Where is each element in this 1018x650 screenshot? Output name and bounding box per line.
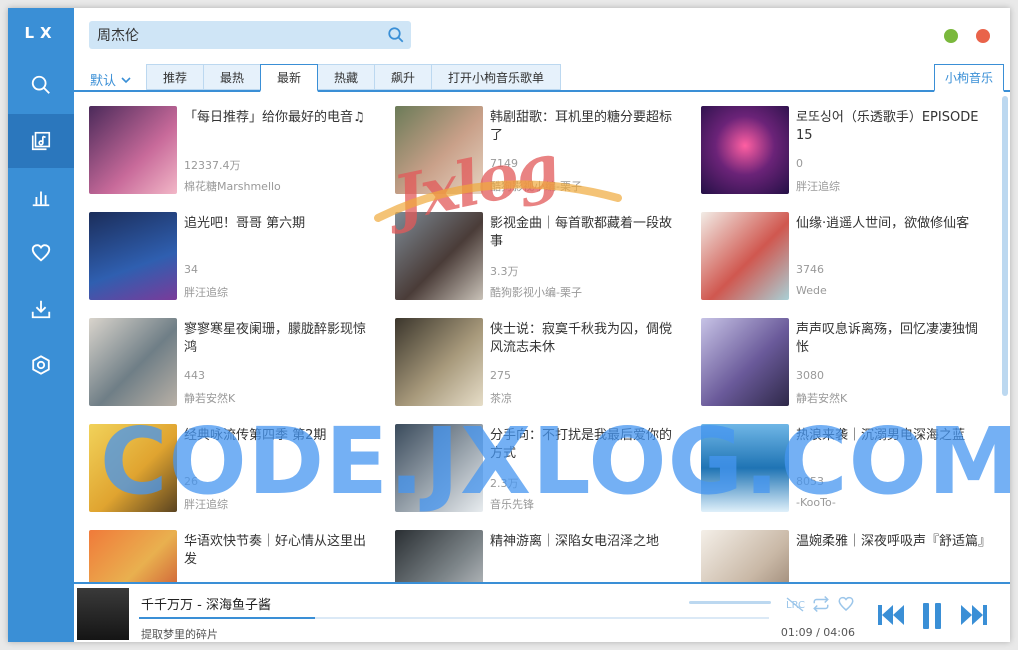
app-logo: LX: [24, 24, 58, 42]
download-icon: [31, 300, 51, 319]
current-time: 01:09: [780, 626, 813, 639]
chart-icon: [32, 191, 50, 207]
playlist-title: 声声叹息诉离殇，回忆凄凄独惆怅: [796, 322, 979, 355]
playlist-card[interactable]: 寥寥寒星夜阑珊，朦胧醉影现惊鸿 443 静若安然K: [89, 318, 384, 406]
repeat-icon[interactable]: [812, 595, 830, 613]
lyric-line: 提取梦里的碎片: [141, 628, 218, 641]
playlist-card[interactable]: 温婉柔雅｜深夜呼吸声『舒适篇』: [701, 530, 996, 584]
playlist-cover: [701, 106, 789, 194]
playlist-author: 胖汪追综: [184, 286, 228, 299]
search-box: [89, 21, 411, 49]
playlist-card[interactable]: 「每日推荐」给你最好的电音♫ 12337.4万 棉花糖Marshmello: [89, 106, 384, 194]
volume-slider[interactable]: [689, 601, 771, 604]
playlist-cover: [89, 530, 177, 584]
sidebar-item-download[interactable]: [8, 282, 74, 336]
playlist-author: 棉花糖Marshmello: [184, 180, 281, 193]
playlist-author: Wede: [796, 284, 827, 297]
minimize-button[interactable]: [944, 29, 958, 43]
playlist-cover: [701, 530, 789, 584]
tab-hot-collect[interactable]: 热藏: [317, 64, 375, 90]
sort-label: 默认: [90, 74, 117, 89]
playlist-cover: [89, 318, 177, 406]
sidebar-item-songlist[interactable]: [8, 114, 74, 168]
playlist-plays: 34: [184, 263, 198, 276]
playlist-author: 静若安然K: [796, 392, 848, 405]
playlist-plays: 12337.4万: [184, 159, 241, 172]
playlist-cover: [701, 318, 789, 406]
playlist-cover: [89, 106, 177, 194]
progress-fill: [139, 617, 316, 619]
playlist-card[interactable]: 华语欢快节奏｜好心情从这里出发: [89, 530, 384, 584]
playlist-plays: 3080: [796, 369, 824, 382]
previous-track-icon[interactable]: [876, 602, 906, 628]
tab-underline: [74, 90, 1010, 92]
now-playing-cover[interactable]: [77, 588, 129, 640]
playlist-cover: [395, 530, 483, 584]
next-track-icon[interactable]: [959, 602, 989, 628]
progress-bar[interactable]: [139, 617, 769, 619]
sidebar-item-settings[interactable]: [8, 338, 74, 392]
scrollbar[interactable]: [1002, 96, 1008, 396]
sidebar: LX: [8, 8, 74, 642]
sort-dropdown[interactable]: 默认: [90, 70, 132, 89]
close-button[interactable]: [976, 29, 990, 43]
tab-hottest[interactable]: 最热: [203, 64, 261, 90]
tab-recommend[interactable]: 推荐: [146, 64, 204, 90]
playlist-card[interactable]: 声声叹息诉离殇，回忆凄凄独惆怅 3080 静若安然K: [701, 318, 996, 406]
playlist-author: 胖汪追综: [796, 180, 840, 193]
playlist-plays: 0: [796, 157, 803, 170]
playlist-title: 追光吧！哥哥 第六期: [184, 216, 306, 231]
playlist-title: 仙缘·逍遥人世间，欲做修仙客: [796, 216, 970, 231]
tab-open-playlist[interactable]: 打开小枸音乐歌单: [431, 64, 561, 90]
now-playing-title: 千千万万 - 深海鱼子酱: [141, 598, 271, 613]
player-bar: 千千万万 - 深海鱼子酱 LRC 提取梦里的碎片 01:09 / 04:06: [74, 582, 1010, 642]
playlist-plays: 275: [490, 369, 511, 382]
playlist-plays: 3746: [796, 263, 824, 276]
sidebar-item-search[interactable]: [8, 58, 74, 112]
playlist-cover: [395, 318, 483, 406]
playlist-title: 精神游离｜深陷女电沼泽之地: [490, 534, 660, 549]
playlist-plays: 3.3万: [490, 265, 519, 278]
tab-newest[interactable]: 最新: [260, 64, 318, 92]
settings-icon: [32, 355, 50, 375]
playlist-title: 华语欢快节奏｜好心情从这里出发: [184, 534, 367, 567]
playlist-card[interactable]: 侠士说：寂寞千秋我为囚，倜傥风流志未休 275 茶凉: [395, 318, 690, 406]
playlist-author: 静若安然K: [184, 392, 236, 405]
time-display: 01:09 / 04:06: [781, 626, 855, 639]
playlist-card[interactable]: 精神游离｜深陷女电沼泽之地: [395, 530, 690, 584]
lyric-icon[interactable]: LRC: [785, 595, 805, 613]
sidebar-item-leaderboard[interactable]: [8, 170, 74, 224]
songlist-icon: [31, 131, 51, 151]
sidebar-item-favorites[interactable]: [8, 226, 74, 280]
total-time: 04:06: [823, 626, 855, 639]
playlist-title: 「每日推荐」给你最好的电音♫: [184, 110, 365, 125]
search-icon: [31, 75, 50, 94]
tab-bar: 默认 推荐 最热 最新 热藏 飙升 打开小枸音乐歌单 小枸音乐: [74, 64, 1010, 92]
playlist-title: 寥寥寒星夜阑珊，朦胧醉影现惊鸿: [184, 322, 367, 355]
playlist-title: 温婉柔雅｜深夜呼吸声『舒适篇』: [796, 534, 986, 549]
watermark-swoosh: [374, 180, 622, 222]
pause-icon[interactable]: [919, 602, 945, 630]
playlist-cover: [701, 212, 789, 300]
search-icon[interactable]: [387, 26, 405, 44]
heart-icon[interactable]: [837, 595, 855, 613]
search-input[interactable]: [89, 21, 377, 49]
playlist-card[interactable]: 追光吧！哥哥 第六期 34 胖汪追综: [89, 212, 384, 300]
playlist-card[interactable]: 仙缘·逍遥人世间，欲做修仙客 3746 Wede: [701, 212, 996, 300]
app-window: LX 周杰伦 默认 推荐 最热 最新 热藏 飙升 打开小枸音乐歌单 小枸音乐 「…: [8, 8, 1010, 642]
playlist-title: 侠士说：寂寞千秋我为囚，倜傥风流志未休: [490, 322, 673, 355]
playlist-title: 로또싱어（乐透歌手）EPISODE 15: [796, 110, 979, 143]
heart-icon: [31, 244, 51, 262]
playlist-plays: 443: [184, 369, 205, 382]
playlist-card[interactable]: 로또싱어（乐透歌手）EPISODE 15 0 胖汪追综: [701, 106, 996, 194]
watermark-bottom: CODE.JXLOG.COM: [100, 408, 1010, 515]
playlist-author: 茶凉: [490, 392, 512, 405]
playlist-cover: [89, 212, 177, 300]
tab-rising[interactable]: 飙升: [374, 64, 432, 90]
time-separator: /: [816, 626, 820, 639]
source-selector[interactable]: 小枸音乐: [934, 64, 1004, 92]
chevron-down-icon: [121, 76, 131, 83]
playlist-author: 酷狗影视小编-栗子: [490, 286, 582, 299]
